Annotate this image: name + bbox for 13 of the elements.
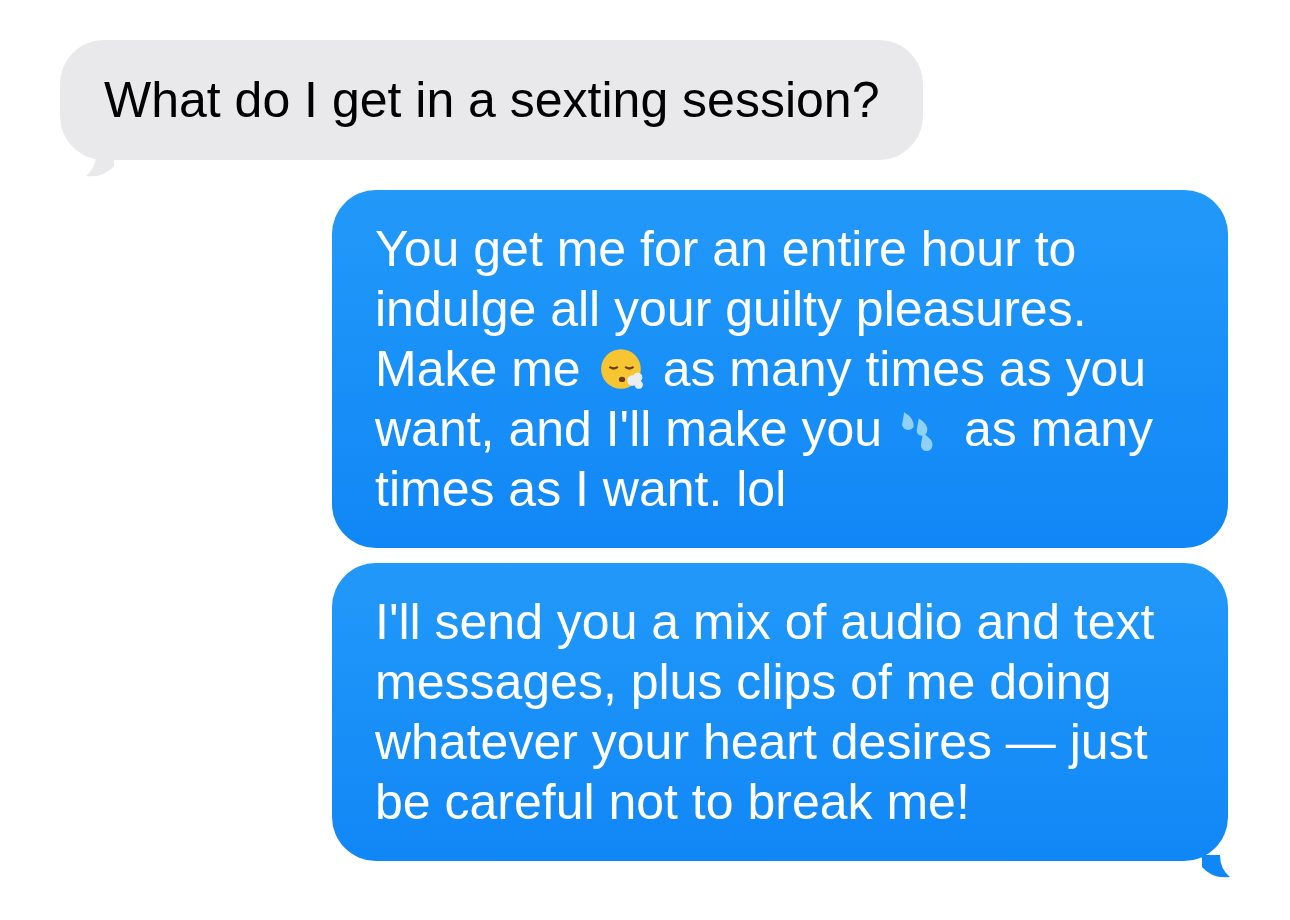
exhaling-face-icon	[598, 346, 645, 392]
message-text: as many	[964, 400, 1153, 459]
message-text: Make me	[375, 340, 581, 399]
message-text: messages, plus clips of me doing	[375, 653, 1112, 712]
message-text: want, and I'll make you	[375, 400, 883, 459]
message-text: I'll send you a mix of audio and text	[375, 593, 1155, 652]
message-text: indulge all your guilty pleasures.	[375, 280, 1087, 339]
message-text: What do I get in a sexting session?	[104, 71, 880, 130]
message-text: You get me for an entire hour to	[375, 220, 1077, 279]
message-text: times as I want. lol	[375, 460, 787, 519]
message-text: as many times as you	[662, 340, 1147, 399]
message-text: be careful not to break me!	[375, 773, 970, 832]
message-text: whatever your heart desires — just	[375, 713, 1148, 772]
